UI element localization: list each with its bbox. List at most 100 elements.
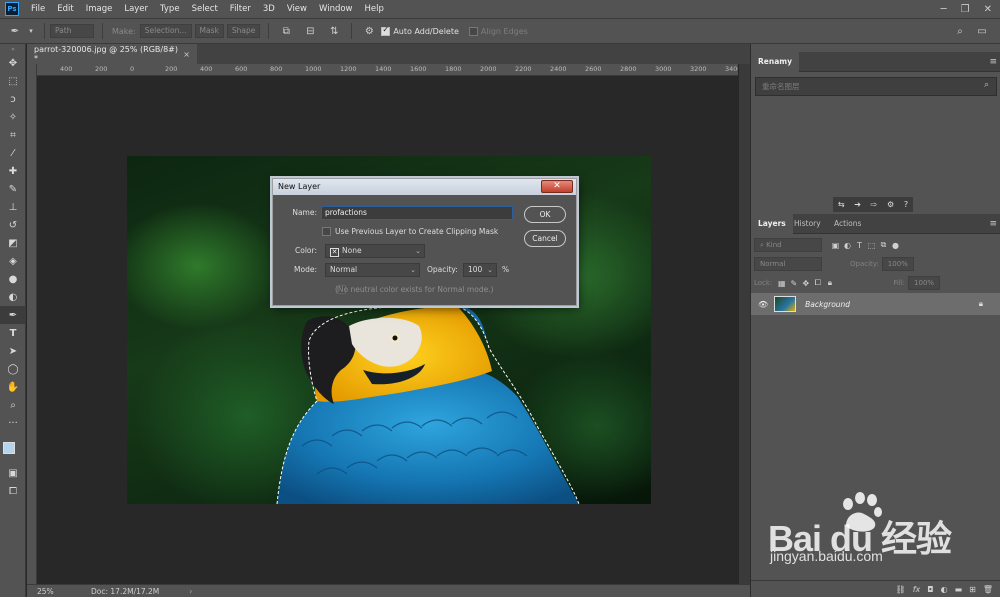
make-selection-button[interactable]: Selection... bbox=[139, 24, 192, 38]
pen-tool-preset-icon[interactable]: ✒ bbox=[8, 24, 22, 38]
zoom-tool-icon[interactable]: ⌕ bbox=[0, 396, 26, 414]
color-swatches[interactable] bbox=[0, 432, 26, 464]
marquee-tool-icon[interactable]: ⬚ bbox=[0, 72, 26, 90]
blur-tool-icon[interactable]: ● bbox=[0, 270, 26, 288]
link-icon[interactable]: ⛓ bbox=[896, 585, 906, 594]
menu-filter[interactable]: Filter bbox=[224, 0, 257, 18]
hand-tool-icon[interactable]: ✋ bbox=[0, 378, 26, 396]
align-edges-checkbox[interactable] bbox=[468, 26, 478, 36]
panel-menu-icon[interactable]: ≡ bbox=[989, 219, 997, 229]
visibility-eye-icon[interactable]: 👁︎ bbox=[758, 300, 768, 309]
ellipse-tool-icon[interactable]: ◯ bbox=[0, 360, 26, 378]
layer-row-background[interactable]: 👁︎ Background 🔒︎ bbox=[751, 293, 1000, 315]
make-shape-button[interactable]: Shape bbox=[226, 24, 261, 38]
quick-mask-icon[interactable]: ▣ bbox=[0, 464, 26, 482]
history-brush-tool-icon[interactable]: ↺ bbox=[0, 216, 26, 234]
lock-artboard-icon[interactable]: ⧠ bbox=[812, 278, 823, 288]
menu-select[interactable]: Select bbox=[186, 0, 224, 18]
menu-window[interactable]: Window bbox=[313, 0, 359, 18]
color-select[interactable]: ✕ None ⌄ bbox=[325, 244, 425, 258]
folder-icon[interactable]: ▬ bbox=[955, 585, 963, 594]
filter-adjustment-icon[interactable]: ◐ bbox=[842, 241, 853, 250]
filter-toggle-icon[interactable]: ● bbox=[890, 241, 901, 250]
menu-3d[interactable]: 3D bbox=[257, 0, 281, 18]
filter-pixel-icon[interactable]: ▣ bbox=[830, 241, 841, 250]
dodge-tool-icon[interactable]: ◐ bbox=[0, 288, 26, 306]
lock-position-icon[interactable]: ✥ bbox=[800, 279, 811, 288]
restore-icon[interactable]: ❐ bbox=[961, 4, 970, 15]
clone-stamp-tool-icon[interactable]: ⊥ bbox=[0, 198, 26, 216]
auto-add-delete-checkbox[interactable] bbox=[381, 25, 391, 36]
brush-tool-icon[interactable]: ✎ bbox=[0, 180, 26, 198]
new-layer-icon[interactable]: ⊞ bbox=[969, 585, 976, 594]
fill-field[interactable]: 100% bbox=[908, 276, 941, 290]
healing-brush-tool-icon[interactable]: ✚ bbox=[0, 162, 26, 180]
menu-image[interactable]: Image bbox=[80, 0, 119, 18]
gear-icon[interactable]: ⚙ bbox=[887, 200, 894, 209]
filter-type-icon[interactable]: T bbox=[854, 241, 865, 250]
document-size-info[interactable]: Doc: 17.2M/17.2M bbox=[91, 587, 159, 596]
search-icon[interactable]: ⌕ bbox=[953, 24, 967, 38]
close-window-icon[interactable]: ✕ bbox=[984, 4, 992, 15]
path-selection-tool-icon[interactable]: ➤ bbox=[0, 342, 26, 360]
cancel-button[interactable]: Cancel bbox=[524, 230, 566, 247]
path-mode-select[interactable]: Path bbox=[50, 24, 94, 38]
paint-bucket-tool-icon[interactable]: ◈ bbox=[0, 252, 26, 270]
filter-smart-object-icon[interactable]: ⧉ bbox=[878, 240, 889, 250]
opacity-field[interactable]: 100% bbox=[881, 257, 914, 271]
close-dialog-button[interactable]: ✕ bbox=[541, 180, 573, 193]
crop-tool-icon[interactable]: ⌗ bbox=[0, 126, 26, 144]
tab-actions[interactable]: Actions bbox=[827, 214, 868, 234]
rename-icon[interactable]: ⇆ bbox=[838, 200, 845, 209]
workspace-icon[interactable]: ▭ bbox=[975, 24, 989, 38]
tab-renamy[interactable]: Renamy bbox=[751, 52, 799, 72]
path-operations-icon[interactable]: ⧉ bbox=[279, 24, 293, 38]
forward-icon[interactable]: ➔ bbox=[854, 200, 861, 209]
path-arrangement-icon[interactable]: ⇅ bbox=[327, 24, 341, 38]
trash-icon[interactable]: 🗑︎ bbox=[983, 585, 993, 594]
collapse-tools-icon[interactable]: » bbox=[0, 44, 26, 54]
help-icon[interactable]: ? bbox=[904, 200, 908, 209]
forward-outline-icon[interactable]: ⇨ bbox=[871, 200, 878, 209]
move-tool-icon[interactable]: ✥ bbox=[0, 54, 26, 72]
chevron-down-icon[interactable]: ▾ bbox=[27, 24, 35, 38]
pen-tool-icon[interactable]: ✒ bbox=[0, 306, 26, 324]
path-alignment-icon[interactable]: ⊟ bbox=[303, 24, 317, 38]
lock-transparent-icon[interactable]: ▦ bbox=[776, 279, 787, 288]
filter-shape-icon[interactable]: ⬚ bbox=[866, 241, 877, 250]
type-tool-icon[interactable]: T bbox=[0, 324, 26, 342]
magic-wand-tool-icon[interactable]: ✧ bbox=[0, 108, 26, 126]
more-tools-icon[interactable]: ··· bbox=[0, 414, 26, 432]
adjustment-icon[interactable]: ◐ bbox=[941, 585, 948, 594]
screen-mode-icon[interactable]: ⧠ bbox=[0, 482, 26, 500]
eyedropper-tool-icon[interactable]: ⁄ bbox=[0, 144, 26, 162]
vertical-scrollbar[interactable] bbox=[739, 64, 750, 584]
fx-icon[interactable]: fx bbox=[913, 585, 921, 594]
lock-all-icon[interactable]: 🔒︎ bbox=[824, 278, 835, 288]
make-mask-button[interactable]: Mask bbox=[194, 24, 224, 38]
menu-edit[interactable]: Edit bbox=[51, 0, 79, 18]
kind-filter-select[interactable]: ⌕ Kind bbox=[754, 238, 822, 252]
menu-help[interactable]: Help bbox=[359, 0, 390, 18]
ok-button[interactable]: OK bbox=[524, 206, 566, 223]
lock-pixels-icon[interactable]: ✎ bbox=[788, 279, 799, 288]
close-tab-icon[interactable]: × bbox=[183, 50, 190, 59]
foreground-color-swatch[interactable] bbox=[3, 442, 15, 454]
mode-select[interactable]: Normal ⌄ bbox=[325, 263, 420, 277]
menu-view[interactable]: View bbox=[281, 0, 313, 18]
menu-layer[interactable]: Layer bbox=[118, 0, 154, 18]
zoom-level[interactable]: 25% bbox=[27, 587, 61, 596]
opacity-input[interactable]: 100 ⌄ bbox=[463, 263, 497, 277]
mask-icon[interactable]: ◘ bbox=[927, 585, 933, 594]
gear-icon[interactable]: ⚙ bbox=[362, 24, 376, 38]
tab-history[interactable]: History bbox=[787, 214, 828, 234]
document-tab[interactable]: parrot-320006.jpg @ 25% (RGB/8#) * × bbox=[27, 44, 197, 64]
panel-menu-icon[interactable]: ≡ bbox=[989, 57, 997, 67]
menu-file[interactable]: File bbox=[25, 0, 51, 18]
minimize-icon[interactable]: ─ bbox=[941, 4, 947, 15]
menu-type[interactable]: Type bbox=[154, 0, 186, 18]
rename-layer-input[interactable]: 重命名图层 bbox=[755, 77, 997, 96]
layer-name-input[interactable]: profactions bbox=[321, 206, 513, 220]
clipping-mask-checkbox[interactable] bbox=[322, 227, 331, 236]
blend-mode-select[interactable]: Normal bbox=[754, 257, 822, 271]
